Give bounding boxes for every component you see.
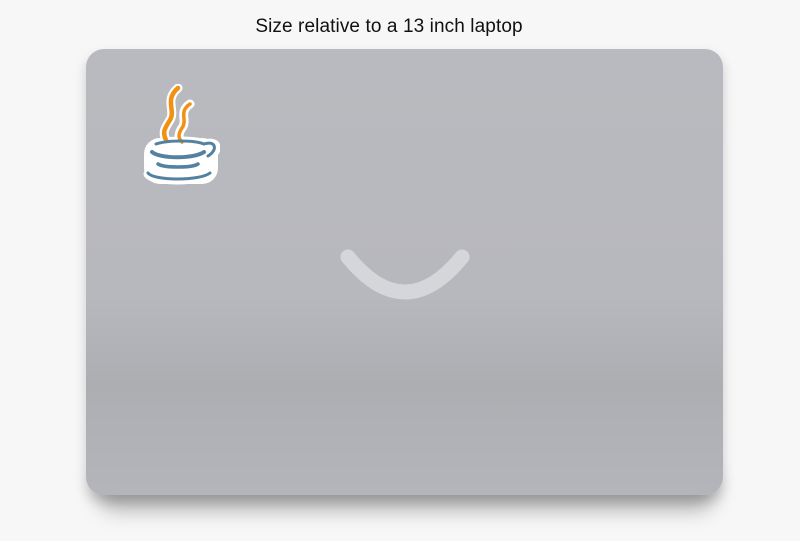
java-coffee-cup-icon [143, 84, 220, 185]
preview-stage: Size relative to a 13 inch laptop [0, 0, 800, 541]
size-caption: Size relative to a 13 inch laptop [255, 16, 523, 37]
laptop-lid [86, 49, 723, 495]
laptop-smile-logo-icon [340, 249, 470, 300]
